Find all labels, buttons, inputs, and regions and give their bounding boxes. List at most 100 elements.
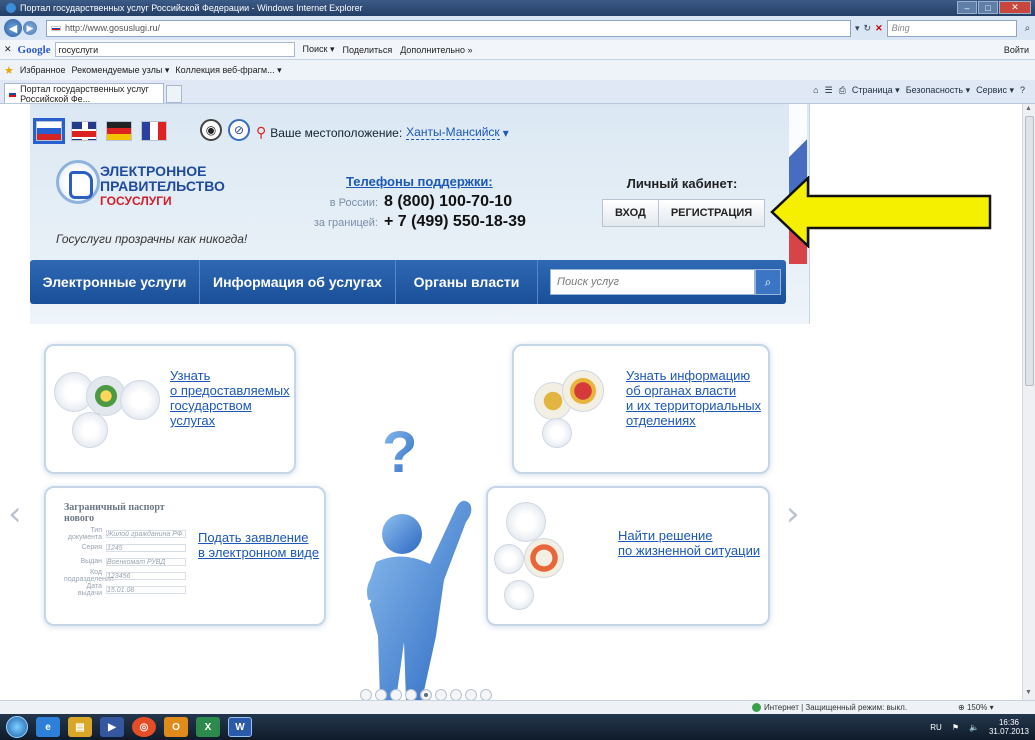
- scrollbar-thumb[interactable]: [1025, 116, 1034, 386]
- maximize-button[interactable]: □: [978, 1, 998, 14]
- new-tab-button[interactable]: [166, 85, 182, 103]
- scroll-up-icon[interactable]: ▲: [1025, 105, 1032, 112]
- close-button[interactable]: ✕: [999, 1, 1031, 14]
- link-line: в электронном виде: [198, 545, 320, 560]
- print-icon[interactable]: ⎙: [839, 85, 846, 96]
- favorites-item[interactable]: Коллекция веб-фрагм... ▾: [175, 65, 281, 76]
- register-button[interactable]: РЕГИСТРАЦИЯ: [658, 199, 766, 227]
- lang-fr-flag-icon[interactable]: [141, 121, 167, 141]
- search-icon[interactable]: ⌕: [1025, 23, 1031, 34]
- nav-authorities[interactable]: Органы власти: [396, 260, 538, 304]
- link-line: об органах власти: [626, 383, 737, 398]
- minimize-button[interactable]: –: [957, 1, 977, 14]
- favorites-button[interactable]: Избранное: [20, 65, 66, 75]
- google-search-button[interactable]: Поиск ▾: [303, 44, 335, 55]
- nav-services-info[interactable]: Информация об услугах: [200, 260, 396, 304]
- page-viewport: ◉ ⊘ ⚲ Ваше местоположение: Ханты-Мансийс…: [0, 104, 1022, 700]
- share-button[interactable]: Поделиться: [343, 45, 393, 55]
- link-line: о предоставляемых: [170, 383, 290, 398]
- bubble-authorities-info[interactable]: Узнать информацию об органах власти и их…: [512, 344, 770, 474]
- back-button[interactable]: ◀: [4, 19, 22, 37]
- refresh-icon[interactable]: ↻: [864, 23, 872, 34]
- zoom-control[interactable]: ⊕ 150% ▾: [958, 703, 994, 712]
- more-button[interactable]: Дополнительно »: [400, 45, 472, 55]
- carousel-dot[interactable]: [420, 689, 432, 700]
- taskbar-explorer-icon[interactable]: ▤: [68, 717, 92, 737]
- support-title[interactable]: Телефоны поддержки:: [346, 174, 526, 189]
- location-city-link[interactable]: Ханты-Мансийск: [406, 125, 500, 140]
- command-tools[interactable]: Сервис ▾: [976, 85, 1014, 96]
- chevron-down-icon[interactable]: ▾: [503, 126, 509, 140]
- command-page[interactable]: Страница ▾: [852, 85, 900, 96]
- lang-de-flag-icon[interactable]: [106, 121, 132, 141]
- carousel-dot[interactable]: [450, 689, 462, 700]
- doc-preview-title: Заграничный паспорт нового: [64, 502, 165, 524]
- search-icon: ⌕: [764, 274, 772, 289]
- taskbar-media-icon[interactable]: ▶: [100, 717, 124, 737]
- carousel-next-icon[interactable]: ›: [786, 494, 800, 534]
- dropdown-icon[interactable]: ▾: [855, 23, 860, 34]
- scroll-down-icon[interactable]: ▼: [1025, 689, 1032, 696]
- lang-en-flag-icon[interactable]: [71, 121, 97, 141]
- zone-text: Интернет | Защищенный режим: выкл.: [764, 703, 908, 712]
- service-search-button[interactable]: ⌕: [755, 269, 781, 295]
- carousel-dot[interactable]: [480, 689, 492, 700]
- tab-gosuslugi[interactable]: Портал государственных услуг Российской …: [4, 83, 164, 104]
- bubble-submit-application[interactable]: Заграничный паспорт нового Тип документа…: [44, 486, 326, 626]
- home-icon[interactable]: ⌂: [813, 85, 818, 96]
- bing-search-input[interactable]: Bing: [886, 19, 1017, 37]
- carousel-dot[interactable]: [390, 689, 402, 700]
- bubble-life-situation[interactable]: Найти решение по жизненной ситуации: [486, 486, 770, 626]
- carousel-dot[interactable]: [435, 689, 447, 700]
- link-life-situation[interactable]: Найти решение по жизненной ситуации: [618, 528, 760, 558]
- doc-field-label: Дата выдачи: [77, 582, 102, 597]
- stop-icon[interactable]: ✕: [875, 23, 883, 34]
- site-logo[interactable]: ЭЛЕКТРОННОЕ ПРАВИТЕЛЬСТВО ГОСУСЛУГИ: [100, 164, 225, 209]
- gosuslugi-logo-icon[interactable]: [56, 160, 100, 204]
- taskbar-word-icon[interactable]: W: [228, 717, 252, 737]
- url-input[interactable]: http://www.gosuslugi.ru/: [46, 19, 851, 37]
- bubble-services-info[interactable]: Узнать о предоставляемых государством ус…: [44, 344, 296, 474]
- language-switcher: [36, 121, 167, 141]
- command-bar: ⌂ ☰ ⎙ Страница ▾ Безопасность ▾ Сервис ▾…: [813, 85, 1025, 96]
- help-icon[interactable]: ?: [1020, 85, 1025, 96]
- carousel-prev-icon[interactable]: ‹: [8, 494, 22, 534]
- carousel-dot[interactable]: [405, 689, 417, 700]
- lang-ru-flag-icon[interactable]: [36, 121, 62, 141]
- feeds-icon[interactable]: ☰: [825, 85, 833, 96]
- favorites-item[interactable]: Рекомендуемые узлы ▾: [72, 65, 170, 76]
- google-search-input[interactable]: госуслуги: [54, 42, 295, 57]
- clock[interactable]: 16:36 31.07.2013: [989, 718, 1029, 736]
- carousel-dot[interactable]: [465, 689, 477, 700]
- google-login-button[interactable]: Войти: [1004, 45, 1029, 55]
- link-submit-application[interactable]: Подать заявление в электронном виде: [198, 530, 319, 560]
- cabinet-title: Личный кабинет:: [626, 176, 738, 191]
- carousel-dot[interactable]: [375, 689, 387, 700]
- accessibility-tools: ◉ ⊘: [200, 119, 250, 141]
- taskbar-excel-icon[interactable]: X: [196, 717, 220, 737]
- taskbar-ie-icon[interactable]: e: [36, 717, 60, 737]
- doc-field-value: Жилой гражданина РФ: [106, 529, 186, 538]
- doc-field-label: Тип документа: [67, 526, 102, 541]
- close-toolbar-icon[interactable]: ✕: [4, 44, 12, 55]
- compass-icon[interactable]: ⊘: [228, 119, 250, 141]
- volume-icon[interactable]: 🔈: [969, 723, 979, 732]
- low-vision-icon[interactable]: ◉: [200, 119, 222, 141]
- carousel-dot[interactable]: [360, 689, 372, 700]
- service-search-input[interactable]: Поиск услуг: [550, 269, 755, 295]
- taskbar-outlook-icon[interactable]: O: [164, 717, 188, 737]
- forward-button[interactable]: ▶: [23, 21, 37, 35]
- login-button[interactable]: ВХОД: [602, 199, 659, 227]
- services-doc-icon: [72, 412, 108, 448]
- link-services-info[interactable]: Узнать о предоставляемых государством ус…: [170, 368, 290, 428]
- tray-flag-icon[interactable]: ⚑: [952, 723, 959, 732]
- command-security[interactable]: Безопасность ▾: [906, 85, 970, 96]
- taskbar-chrome-icon[interactable]: ◎: [132, 717, 156, 737]
- page-scrollbar[interactable]: ▲ ▼: [1022, 104, 1035, 700]
- internet-globe-icon: [752, 703, 761, 712]
- nav-electronic-services[interactable]: Электронные услуги: [30, 260, 200, 304]
- link-line: Узнать информацию: [626, 368, 751, 383]
- link-authorities-info[interactable]: Узнать информацию об органах власти и их…: [626, 368, 761, 428]
- keyboard-language[interactable]: RU: [930, 723, 942, 732]
- start-button[interactable]: [6, 716, 28, 738]
